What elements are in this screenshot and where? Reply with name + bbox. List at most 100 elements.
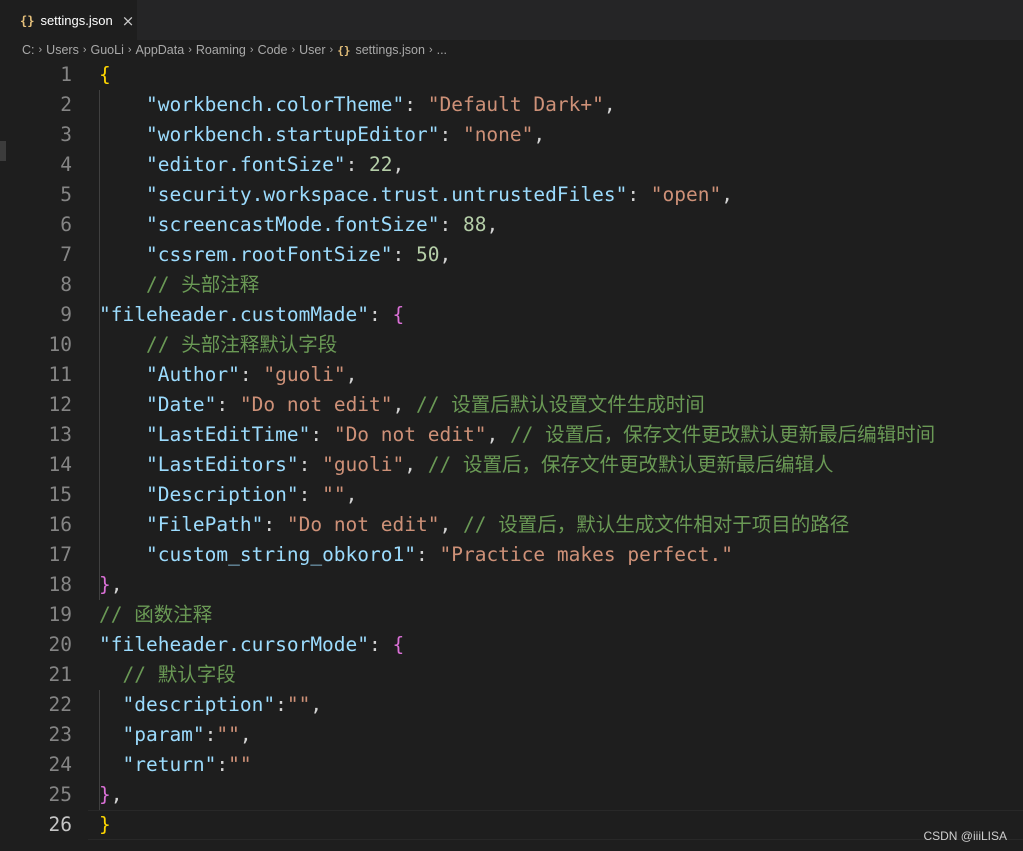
code-token: : [439, 123, 463, 146]
code-line[interactable]: 16 "FilePath": "Do not edit", // 设置后，默认生… [0, 510, 1023, 540]
breadcrumb-item-roaming[interactable]: Roaming [196, 43, 246, 57]
breadcrumb-item-drive[interactable]: C: [22, 43, 35, 57]
code-line[interactable]: 1{ [0, 60, 1023, 90]
code-token: : [392, 243, 416, 266]
code-line[interactable]: 9 "fileheader.customMade": { [0, 300, 1023, 330]
code-token: "Do not edit" [286, 513, 440, 536]
code-token: "none" [462, 123, 534, 146]
code-editor[interactable]: 1{2 "workbench.colorTheme": "Default Dar… [0, 60, 1023, 851]
line-number: 3 [60, 123, 72, 146]
code-line[interactable]: 22 "description":"", [0, 690, 1023, 720]
line-content: "editor.fontSize": 22, [99, 150, 404, 180]
code-line[interactable]: 6 "screencastMode.fontSize": 88, [0, 210, 1023, 240]
breadcrumb-item-guoli[interactable]: GuoLi [91, 43, 124, 57]
code-token: 88 [462, 213, 487, 236]
line-number: 10 [48, 333, 72, 356]
code-token: : [263, 513, 287, 536]
code-token: { [392, 303, 405, 326]
code-token: "param" [122, 723, 205, 746]
code-line[interactable]: 2 "workbench.colorTheme": "Default Dark+… [0, 90, 1023, 120]
code-line[interactable]: 21 // 默认字段 [0, 660, 1023, 690]
code-token: "" [286, 693, 311, 716]
code-line[interactable]: 14 "LastEditors": "guoli", // 设置后，保存文件更改… [0, 450, 1023, 480]
breadcrumb-item-users[interactable]: Users [46, 43, 79, 57]
line-content: // 默认字段 [99, 660, 235, 690]
breadcrumb-item-user[interactable]: User [299, 43, 325, 57]
code-line[interactable]: 26} [0, 810, 1023, 840]
line-number: 20 [48, 633, 72, 656]
line-content: "param":"", [99, 720, 251, 750]
code-token: , [310, 693, 323, 716]
code-token: : [298, 453, 323, 476]
chevron-right-icon: › [188, 44, 192, 56]
code-line[interactable]: 4 "editor.fontSize": 22, [0, 150, 1023, 180]
code-token: "" [322, 483, 346, 506]
code-line[interactable]: 8 // 头部注释 [0, 270, 1023, 300]
code-token: , [603, 93, 616, 116]
code-line[interactable]: 3 "workbench.startupEditor": "none", [0, 120, 1023, 150]
code-token: 50 [416, 243, 440, 266]
code-line[interactable]: 10 // 头部注释默认字段 [0, 330, 1023, 360]
close-icon[interactable]: × [122, 12, 135, 30]
code-token: : [369, 633, 393, 656]
code-token: : [439, 213, 463, 236]
breadcrumb-item-code[interactable]: Code [258, 43, 288, 57]
chevron-right-icon: › [127, 44, 132, 56]
code-token: { [392, 633, 405, 656]
editor-tab-bar: {} settings.json × [0, 0, 1023, 40]
code-token: , [533, 123, 546, 146]
tab-settings-json[interactable]: {} settings.json × [0, 0, 137, 40]
code-line[interactable]: 15 "Description": "", [0, 480, 1023, 510]
code-token: : [216, 753, 229, 776]
code-line[interactable]: 7 "cssrem.rootFontSize": 50, [0, 240, 1023, 270]
code-token: , [486, 213, 499, 236]
code-token: : [298, 483, 323, 506]
code-token: 22 [369, 153, 393, 176]
json-file-icon: {} [337, 43, 351, 57]
code-token: // 函数注释 [99, 603, 213, 626]
line-content: // 头部注释 [99, 270, 259, 300]
line-number: 11 [48, 363, 72, 386]
code-token: } [99, 573, 111, 596]
code-line[interactable]: 23 "param":"", [0, 720, 1023, 750]
code-line[interactable]: 12 "Date": "Do not edit", // 设置后默认设置文件生成… [0, 390, 1023, 420]
code-line[interactable]: 17 "custom_string_obkoro1": "Practice ma… [0, 540, 1023, 570]
line-content: "FilePath": "Do not edit", // 设置后，默认生成文件… [99, 510, 849, 540]
line-number: 6 [60, 213, 72, 236]
breadcrumb-item-appdata[interactable]: AppData [136, 43, 185, 57]
code-line[interactable]: 20 "fileheader.cursorMode": { [0, 630, 1023, 660]
line-content: "Date": "Do not edit", // 设置后默认设置文件生成时间 [99, 390, 705, 420]
code-line[interactable]: 11 "Author": "guoli", [0, 360, 1023, 390]
line-number: 4 [60, 153, 72, 176]
code-token: "guoli" [263, 363, 346, 386]
code-line[interactable]: 5 "security.workspace.trust.untrustedFil… [0, 180, 1023, 210]
code-token: "workbench.startupEditor" [145, 123, 440, 146]
code-token: : [239, 363, 264, 386]
breadcrumb-item-more[interactable]: ... [437, 43, 447, 57]
line-content: "LastEditors": "guoli", // 设置后，保存文件更改默认更… [99, 450, 834, 480]
line-number: 24 [48, 753, 72, 776]
breadcrumb-item-file[interactable]: settings.json [355, 43, 424, 57]
code-token: "Description" [145, 483, 299, 506]
code-token: // 设置后，保存文件更改默认更新最后编辑时间 [509, 423, 936, 446]
code-token: : [369, 303, 393, 326]
code-line[interactable]: 24 "return":"" [0, 750, 1023, 780]
code-token: } [99, 783, 111, 806]
indent-guide [99, 360, 100, 600]
line-content: { [99, 60, 111, 90]
code-line[interactable]: 13 "LastEditTime": "Do not edit", // 设置后… [0, 420, 1023, 450]
line-number: 23 [48, 723, 72, 746]
code-line[interactable]: 18}, [0, 570, 1023, 600]
code-line[interactable]: 19 // 函数注释 [0, 600, 1023, 630]
code-token: // 设置后，保存文件更改默认更新最后编辑人 [427, 453, 834, 476]
code-line[interactable]: 25}, [0, 780, 1023, 810]
